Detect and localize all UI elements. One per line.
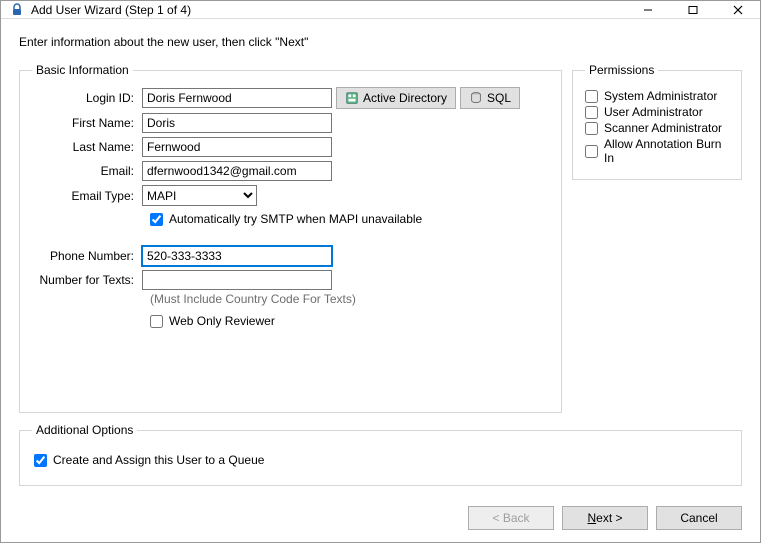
additional-options-legend: Additional Options [32, 423, 137, 437]
footer-buttons: < Back Next > Cancel [1, 496, 760, 542]
assign-queue-label: Create and Assign this User to a Queue [53, 453, 264, 467]
scanner-admin-label: Scanner Administrator [604, 121, 722, 135]
basic-information-legend: Basic Information [32, 63, 133, 77]
back-button[interactable]: < Back [468, 506, 554, 530]
web-only-reviewer-checkbox[interactable] [150, 315, 163, 328]
burn-in-checkbox[interactable] [585, 145, 598, 158]
directory-icon [345, 91, 359, 105]
first-name-label: First Name: [32, 116, 142, 130]
wizard-window: Add User Wizard (Step 1 of 4) Enter info… [0, 0, 761, 543]
lock-icon [9, 2, 25, 18]
login-id-input[interactable] [142, 88, 332, 108]
email-label: Email: [32, 164, 142, 178]
email-type-label: Email Type: [32, 189, 142, 203]
scanner-admin-checkbox[interactable] [585, 122, 598, 135]
user-admin-label: User Administrator [604, 105, 703, 119]
instruction-text: Enter information about the new user, th… [19, 35, 742, 49]
close-button[interactable] [715, 1, 760, 18]
system-admin-checkbox[interactable] [585, 90, 598, 103]
permissions-legend: Permissions [585, 63, 658, 77]
user-admin-checkbox[interactable] [585, 106, 598, 119]
window-title: Add User Wizard (Step 1 of 4) [31, 3, 625, 17]
assign-queue-checkbox[interactable] [34, 454, 47, 467]
burn-in-label: Allow Annotation Burn In [604, 137, 729, 165]
titlebar: Add User Wizard (Step 1 of 4) [1, 1, 760, 19]
email-type-select[interactable]: MAPI [142, 185, 257, 206]
active-directory-label: Active Directory [363, 91, 447, 105]
phone-input[interactable] [142, 246, 332, 266]
window-controls [625, 1, 760, 18]
first-name-input[interactable] [142, 113, 332, 133]
sql-button[interactable]: SQL [460, 87, 520, 109]
sql-label: SQL [487, 91, 511, 105]
content-area: Enter information about the new user, th… [1, 19, 760, 496]
active-directory-button[interactable]: Active Directory [336, 87, 456, 109]
additional-options-group: Additional Options Create and Assign thi… [19, 423, 742, 486]
texts-number-input[interactable] [142, 270, 332, 290]
login-id-label: Login ID: [32, 91, 142, 105]
next-button[interactable]: Next > [562, 506, 648, 530]
maximize-button[interactable] [670, 1, 715, 18]
smtp-fallback-label: Automatically try SMTP when MAPI unavail… [169, 212, 422, 226]
system-admin-label: System Administrator [604, 89, 717, 103]
last-name-label: Last Name: [32, 140, 142, 154]
texts-hint: (Must Include Country Code For Texts) [150, 292, 549, 306]
minimize-button[interactable] [625, 1, 670, 18]
smtp-fallback-checkbox[interactable] [150, 213, 163, 226]
web-only-reviewer-label: Web Only Reviewer [169, 314, 275, 328]
database-icon [469, 91, 483, 105]
basic-information-group: Basic Information Login ID: Active Direc… [19, 63, 562, 413]
email-input[interactable] [142, 161, 332, 181]
last-name-input[interactable] [142, 137, 332, 157]
texts-number-label: Number for Texts: [32, 273, 142, 287]
permissions-group: Permissions System Administrator User Ad… [572, 63, 742, 180]
phone-label: Phone Number: [32, 249, 142, 263]
cancel-button[interactable]: Cancel [656, 506, 742, 530]
